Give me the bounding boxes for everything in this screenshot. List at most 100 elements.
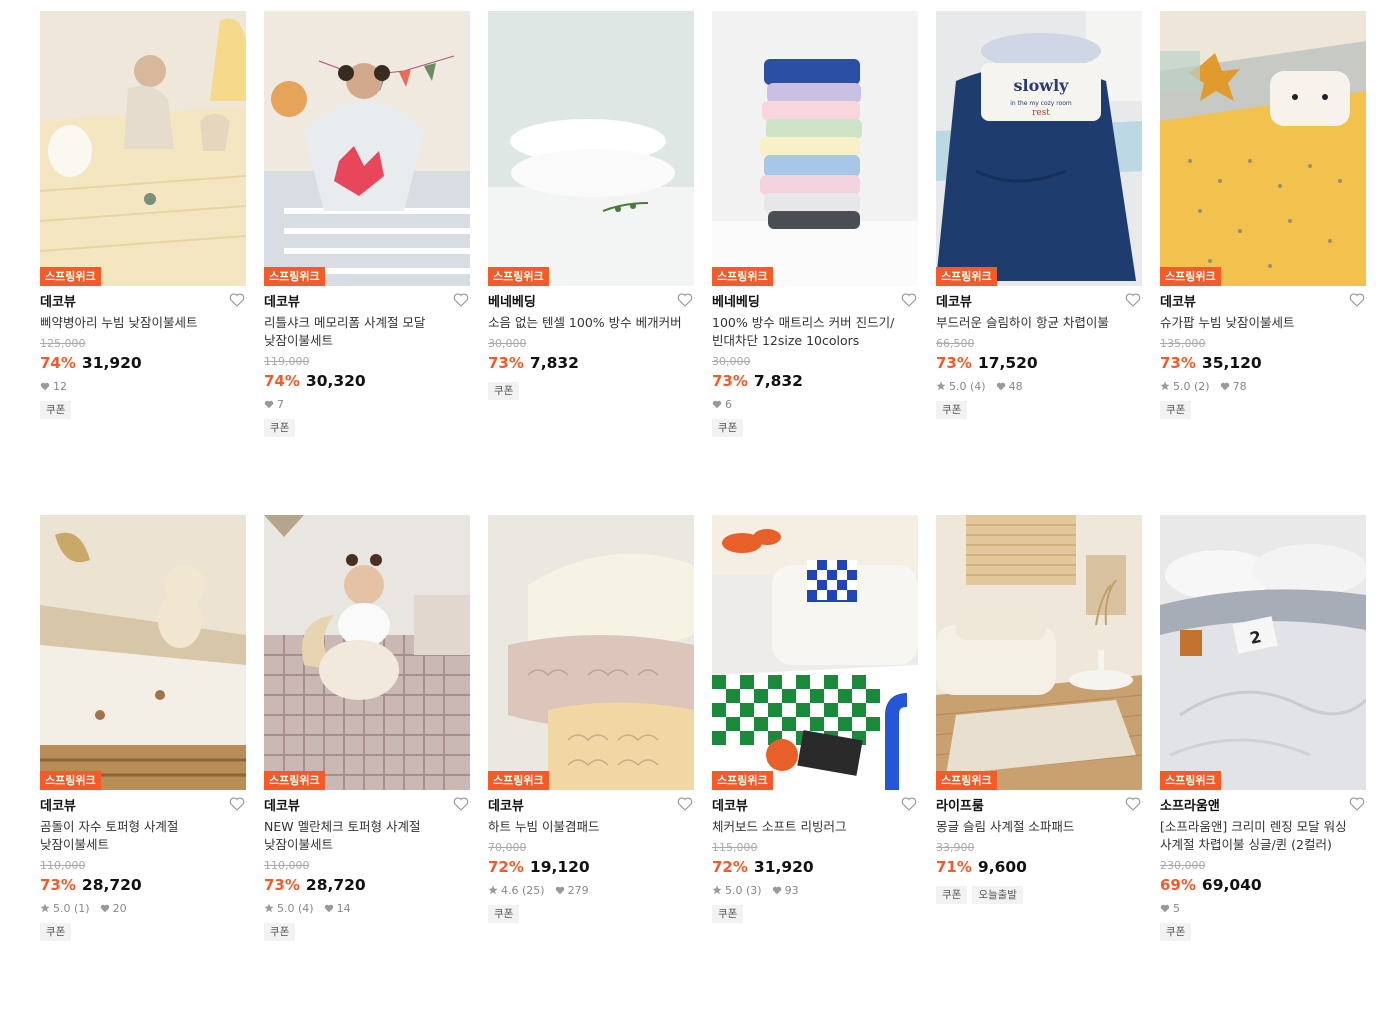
brand-name[interactable]: 데코뷰 — [488, 795, 524, 814]
heart-icon — [1160, 904, 1170, 912]
original-price: 230,000 — [1160, 859, 1206, 872]
product-image[interactable]: 스프링위크 — [264, 11, 470, 286]
brand-name[interactable]: 소프라움앤 — [1160, 795, 1220, 814]
same-day-shipping-tag: 오늘출발 — [972, 886, 1023, 904]
product-name[interactable]: 하트 누빔 이불겸패드 — [488, 818, 694, 836]
product-image[interactable]: 스프링위크 — [936, 515, 1142, 790]
star-icon — [488, 885, 498, 895]
promo-badge: 스프링위크 — [936, 267, 997, 286]
brand-name[interactable]: 데코뷰 — [936, 291, 972, 310]
product-image[interactable]: 스프링위크 — [1160, 11, 1366, 286]
product-card[interactable]: 2 스프링위크 소프라움앤 [소프라움앤] 크리미 렌징 모달 워싱 사계절 차… — [1160, 515, 1366, 1019]
sale-price: 7,832 — [753, 372, 803, 390]
product-name[interactable]: NEW 멜란체크 토퍼형 사계절 낮잠이불세트 — [264, 818, 470, 854]
product-card[interactable]: 스프링위크 데코뷰 NEW 멜란체크 토퍼형 사계절 낮잠이불세트 110,00… — [264, 515, 470, 1019]
coupon-tag: 쿠폰 — [488, 382, 520, 400]
product-card[interactable]: 스프링위크 데코뷰 곰돌이 자수 토퍼형 사계절 낮잠이불세트 110,000 … — [40, 515, 246, 1019]
like-count: 14 — [336, 901, 351, 915]
product-name[interactable]: 몽글 슬림 사계절 소파패드 — [936, 818, 1142, 836]
wishlist-heart-icon[interactable] — [1124, 291, 1142, 309]
product-image[interactable]: 스프링위크 — [264, 515, 470, 790]
product-image[interactable]: slowly in the my cozy room rest 스프링위크 — [936, 11, 1142, 286]
wishlist-heart-icon[interactable] — [452, 795, 470, 813]
discount-rate: 73% — [488, 354, 524, 372]
product-name[interactable]: 슈가팝 누빔 낮잠이불세트 — [1160, 314, 1366, 332]
rating-score: 5.0 (2) — [1173, 379, 1210, 393]
brand-name[interactable]: 라이프룸 — [936, 795, 984, 814]
sale-price: 31,920 — [81, 354, 142, 372]
product-photo — [712, 11, 918, 286]
brand-name[interactable]: 데코뷰 — [712, 795, 748, 814]
product-photo — [488, 515, 694, 790]
product-card[interactable]: 스프링위크 데코뷰 리틀샤크 메모리폼 사계절 모달 낮잠이불세트 119,00… — [264, 11, 470, 515]
brand-name[interactable]: 데코뷰 — [1160, 291, 1196, 310]
product-image[interactable]: 스프링위크 — [40, 515, 246, 790]
price-row: 72% 31,920 — [712, 856, 918, 878]
like-count: 12 — [53, 379, 67, 393]
product-name[interactable]: 100% 방수 매트리스 커버 진드기/빈대차단 12size 10colors — [712, 314, 918, 350]
product-photo — [264, 11, 470, 286]
like-count: 48 — [1008, 379, 1023, 393]
product-name[interactable]: 리틀샤크 메모리폼 사계절 모달 낮잠이불세트 — [264, 314, 470, 350]
brand-name[interactable]: 베네베딩 — [488, 291, 536, 310]
sale-price: 31,920 — [753, 858, 814, 876]
brand-name[interactable]: 데코뷰 — [40, 291, 76, 310]
brand-name[interactable]: 베네베딩 — [712, 291, 760, 310]
product-meta: 5.0 (3) 93 — [712, 883, 918, 897]
like-count: 6 — [725, 397, 732, 411]
rating: 4.6 (25) — [488, 884, 545, 897]
rating: 5.0 (4) — [936, 380, 986, 393]
wishlist-heart-icon[interactable] — [676, 795, 694, 813]
product-name[interactable]: 곰돌이 자수 토퍼형 사계절 낮잠이불세트 — [40, 818, 246, 854]
wishlist-heart-icon[interactable] — [900, 291, 918, 309]
product-card[interactable]: slowly in the my cozy room rest 스프링위크 데코… — [936, 11, 1142, 515]
likes: 20 — [100, 902, 127, 915]
price-row: 72% 19,120 — [488, 856, 694, 878]
product-card[interactable]: 스프링위크 데코뷰 슈가팝 누빔 낮잠이불세트 135,000 73% 35,12… — [1160, 11, 1366, 515]
product-meta: 4.6 (25) 279 — [488, 883, 694, 897]
product-name[interactable]: 부드러운 슬림하이 항균 차렵이불 — [936, 314, 1142, 332]
discount-rate: 73% — [1160, 354, 1196, 372]
like-count: 5 — [1173, 901, 1180, 915]
product-card[interactable]: 스프링위크 베네베딩 소음 없는 텐셀 100% 방수 베개커버 30,000 … — [488, 11, 694, 515]
heart-icon — [40, 382, 50, 390]
product-meta: 6 — [712, 397, 918, 411]
svg-text:slowly: slowly — [1014, 76, 1070, 95]
likes: 78 — [1220, 380, 1247, 393]
like-count: 78 — [1232, 379, 1247, 393]
wishlist-heart-icon[interactable] — [228, 795, 246, 813]
product-image[interactable]: 2 스프링위크 — [1160, 515, 1366, 790]
discount-rate: 74% — [40, 354, 76, 372]
product-card[interactable]: 스프링위크 베네베딩 100% 방수 매트리스 커버 진드기/빈대차단 12si… — [712, 11, 918, 515]
wishlist-heart-icon[interactable] — [452, 291, 470, 309]
brand-name[interactable]: 데코뷰 — [40, 795, 76, 814]
product-name[interactable]: 소음 없는 텐셀 100% 방수 베개커버 — [488, 314, 694, 332]
star-icon — [264, 903, 274, 913]
product-name[interactable]: [소프라움앤] 크리미 렌징 모달 워싱 사계절 차렵이불 싱글/퀸 (2컬러) — [1160, 818, 1366, 854]
product-name[interactable]: 체커보드 소프트 리빙러그 — [712, 818, 918, 836]
likes: 48 — [996, 380, 1023, 393]
wishlist-heart-icon[interactable] — [1348, 291, 1366, 309]
original-price: 30,000 — [488, 337, 527, 350]
product-card[interactable]: 스프링위크 라이프룸 몽글 슬림 사계절 소파패드 33,900 71% 9,60… — [936, 515, 1142, 1019]
product-image[interactable]: 스프링위크 — [488, 515, 694, 790]
product-card[interactable]: 스프링위크 데코뷰 삐약병아리 누빔 낮잠이불세트 125,000 74% 31,… — [40, 11, 246, 515]
wishlist-heart-icon[interactable] — [228, 291, 246, 309]
wishlist-heart-icon[interactable] — [900, 795, 918, 813]
brand-name[interactable]: 데코뷰 — [264, 795, 300, 814]
coupon-tag: 쿠폰 — [488, 905, 520, 923]
wishlist-heart-icon[interactable] — [676, 291, 694, 309]
product-image[interactable]: 스프링위크 — [712, 515, 918, 790]
wishlist-heart-icon[interactable] — [1124, 795, 1142, 813]
product-card[interactable]: 스프링위크 데코뷰 하트 누빔 이불겸패드 70,000 72% 19,120 4… — [488, 515, 694, 1019]
product-meta: 5.0 (4) 48 — [936, 379, 1142, 393]
wishlist-heart-icon[interactable] — [1348, 795, 1366, 813]
product-image[interactable]: 스프링위크 — [488, 11, 694, 286]
product-image[interactable]: 스프링위크 — [712, 11, 918, 286]
product-name[interactable]: 삐약병아리 누빔 낮잠이불세트 — [40, 314, 246, 332]
product-image[interactable]: 스프링위크 — [40, 11, 246, 286]
product-card[interactable]: 스프링위크 데코뷰 체커보드 소프트 리빙러그 115,000 72% 31,92… — [712, 515, 918, 1019]
rating: 5.0 (1) — [40, 902, 90, 915]
brand-name[interactable]: 데코뷰 — [264, 291, 300, 310]
sale-price: 35,120 — [1201, 354, 1262, 372]
